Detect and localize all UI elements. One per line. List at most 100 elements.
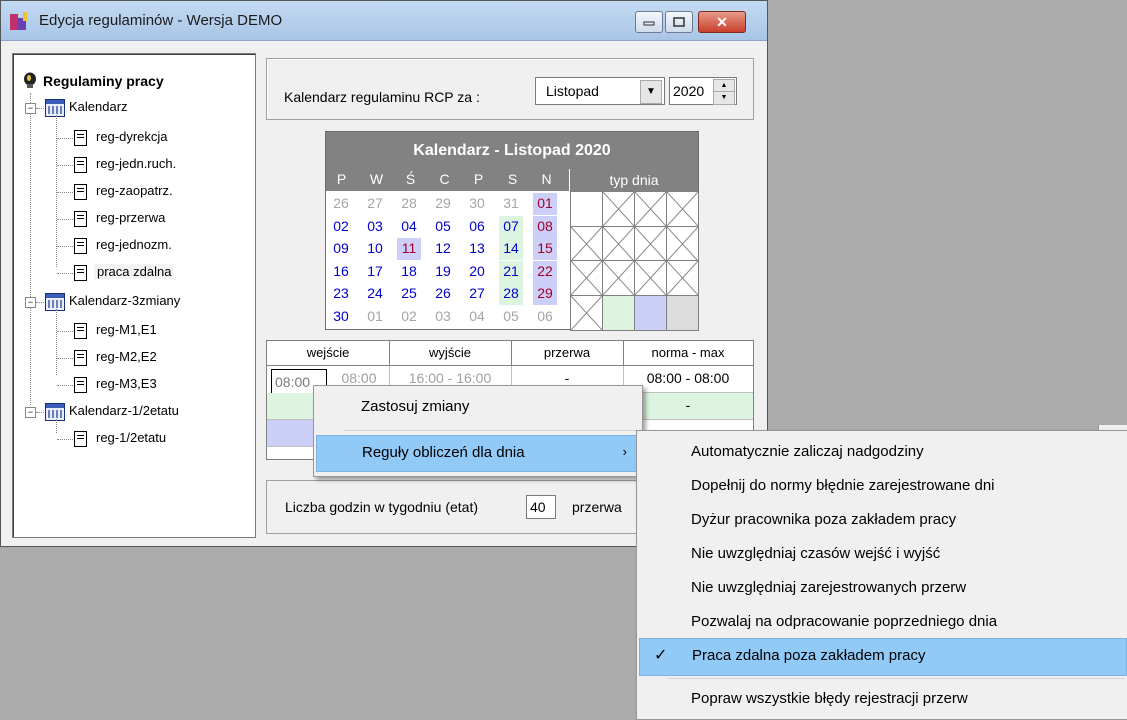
calendar-day[interactable]: 31 [499, 193, 523, 215]
calendar-day[interactable]: 25 [397, 283, 421, 305]
calendar-day[interactable]: 02 [397, 306, 421, 328]
tree-item-reg-dyrekcja[interactable]: reg-dyrekcja [12, 125, 252, 151]
menu-item-apply-changes[interactable]: Zastosuj zmiany [316, 390, 640, 425]
day-type-cell[interactable] [634, 294, 667, 331]
weekly-hours-input[interactable]: 40 [526, 495, 556, 519]
menu-item-ignore-in-out[interactable]: Nie uwzględniaj czasów wejść i wyjść [639, 537, 1125, 572]
calendar-day[interactable]: 20 [465, 261, 489, 283]
calendar-day[interactable]: 22 [533, 260, 557, 283]
calendar-day[interactable]: 26 [431, 283, 455, 305]
maximize-button[interactable] [665, 11, 693, 33]
day-type-cell[interactable] [602, 294, 635, 331]
calendar-day[interactable]: 05 [499, 306, 523, 328]
calendar-day[interactable]: 30 [465, 193, 489, 215]
calendar-day[interactable]: 01 [533, 193, 557, 215]
tree-item-reg-m3-e3[interactable]: reg-M3,E3 [12, 372, 252, 398]
day-type-cell[interactable] [570, 294, 603, 331]
title-bar[interactable]: Edycja regulaminów - Wersja DEMO ✕ [1, 1, 767, 41]
menu-item-ignore-breaks[interactable]: Nie uwzględniaj zarejestrowanych przerw [639, 571, 1125, 606]
month-dropdown[interactable]: Listopad ▼ [535, 77, 665, 105]
calendar-day[interactable]: 13 [465, 238, 489, 260]
column-header-break: przerwa [511, 341, 624, 366]
calendar-day[interactable]: 28 [499, 283, 523, 305]
calendar-icon [45, 293, 65, 311]
collapse-icon[interactable]: − [25, 103, 36, 114]
tree-group-kalendarz-1-2etatu[interactable]: − Kalendarz-1/2etatu [12, 399, 252, 425]
calendar-day[interactable]: 29 [533, 283, 557, 305]
calendar-day[interactable]: 12 [431, 238, 455, 260]
day-type-cell[interactable] [666, 260, 699, 296]
calendar-day[interactable]: 18 [397, 261, 421, 283]
calendar-day[interactable]: 10 [363, 238, 387, 260]
calendar-day[interactable]: 11 [397, 238, 421, 260]
calendar-day[interactable]: 27 [363, 193, 387, 215]
calendar-day[interactable]: 17 [363, 261, 387, 283]
day-type-cell[interactable] [602, 225, 635, 262]
calendar-day[interactable]: 16 [329, 261, 353, 283]
calendar-day[interactable]: 03 [431, 306, 455, 328]
day-type-cell[interactable] [634, 260, 667, 296]
calendar-day[interactable]: 07 [499, 215, 523, 238]
day-type-cell[interactable] [666, 225, 699, 262]
day-type-cell[interactable] [570, 191, 603, 227]
close-button[interactable]: ✕ [698, 11, 746, 33]
calendar-day[interactable]: 24 [363, 283, 387, 305]
collapse-icon[interactable]: − [25, 297, 36, 308]
calendar-day[interactable]: 03 [363, 216, 387, 238]
calendar-day[interactable]: 02 [329, 216, 353, 238]
day-type-cell[interactable] [570, 260, 603, 296]
menu-item-fix-break-errors[interactable]: Popraw wszystkie błędy rejestracji przer… [639, 682, 1125, 717]
app-icon [9, 12, 31, 32]
day-type-cell[interactable] [666, 191, 699, 227]
calendar-day[interactable]: 09 [329, 238, 353, 260]
tree-item-reg-jednozm[interactable]: reg-jednozm. [12, 233, 252, 259]
tree-group-kalendarz[interactable]: − Kalendarz [12, 95, 252, 121]
document-icon [74, 323, 87, 339]
tree-item-reg-zaopatrz[interactable]: reg-zaopatrz. [12, 179, 252, 205]
tree-item-reg-m1-e1[interactable]: reg-M1,E1 [12, 318, 252, 344]
tree-item-reg-m2-e2[interactable]: reg-M2,E2 [12, 345, 252, 371]
calendar-day[interactable]: 19 [431, 261, 455, 283]
calendar-day[interactable]: 28 [397, 193, 421, 215]
calendar-day[interactable]: 30 [329, 306, 353, 328]
tree-item-label: reg-1/2etatu [96, 430, 167, 445]
calendar-day[interactable]: 04 [397, 216, 421, 238]
calendar-day[interactable]: 06 [465, 216, 489, 238]
day-type-cell[interactable] [634, 225, 667, 262]
tree-item-reg-1-2etatu[interactable]: reg-1/2etatu [12, 426, 252, 452]
calendar-day[interactable]: 21 [499, 260, 523, 283]
year-spinner[interactable]: 2020 ▲ ▼ [669, 77, 737, 105]
menu-item-auto-overtime[interactable]: Automatycznie zaliczaj nadgodziny [639, 435, 1125, 470]
minimize-button[interactable] [635, 11, 663, 33]
tree-group-kalendarz-3zmiany[interactable]: − Kalendarz-3zmiany [12, 289, 252, 315]
day-type-cell[interactable] [634, 191, 667, 227]
chevron-down-icon[interactable]: ▼ [640, 80, 662, 104]
calendar-day[interactable]: 01 [363, 306, 387, 328]
day-type-cell[interactable] [570, 225, 603, 262]
menu-item-make-up-previous[interactable]: Pozwalaj na odpracowanie poprzedniego dn… [639, 605, 1125, 640]
tree-root[interactable]: Regulaminy pracy [12, 69, 252, 95]
spin-down-icon[interactable]: ▼ [713, 91, 735, 105]
calendar-day[interactable]: 14 [499, 238, 523, 260]
menu-item-fill-norm[interactable]: Dopełnij do normy błędnie zarejestrowane… [639, 469, 1125, 504]
day-type-cell[interactable] [602, 191, 635, 227]
calendar-day[interactable]: 05 [431, 216, 455, 238]
calendar-day[interactable]: 26 [329, 193, 353, 215]
calendar-day[interactable]: 04 [465, 306, 489, 328]
menu-item-day-calc-rules[interactable]: Reguły obliczeń dla dnia › [316, 435, 642, 472]
calendar-day[interactable]: 06 [533, 306, 557, 328]
calendar-day[interactable]: 27 [465, 283, 489, 305]
calendar-day[interactable]: 08 [533, 215, 557, 238]
day-type-cell[interactable] [666, 294, 699, 331]
tree-item-reg-przerwa[interactable]: reg-przerwa [12, 206, 252, 232]
collapse-icon[interactable]: − [25, 407, 36, 418]
tree-item-reg-jedn-ruch[interactable]: reg-jedn.ruch. [12, 152, 252, 178]
tree-item-praca-zdalna[interactable]: praca zdalna [12, 260, 252, 286]
calendar-day[interactable]: 15 [533, 238, 557, 260]
menu-item-remote-work[interactable]: ✓ Praca zdalna poza zakładem pracy [639, 638, 1127, 676]
calendar-day[interactable]: 29 [431, 193, 455, 215]
calendar-day[interactable]: 23 [329, 283, 353, 305]
day-type-cell[interactable] [602, 260, 635, 296]
menu-item-duty-outside[interactable]: Dyżur pracownika poza zakładem pracy [639, 503, 1125, 538]
year-value: 2020 [673, 83, 705, 99]
